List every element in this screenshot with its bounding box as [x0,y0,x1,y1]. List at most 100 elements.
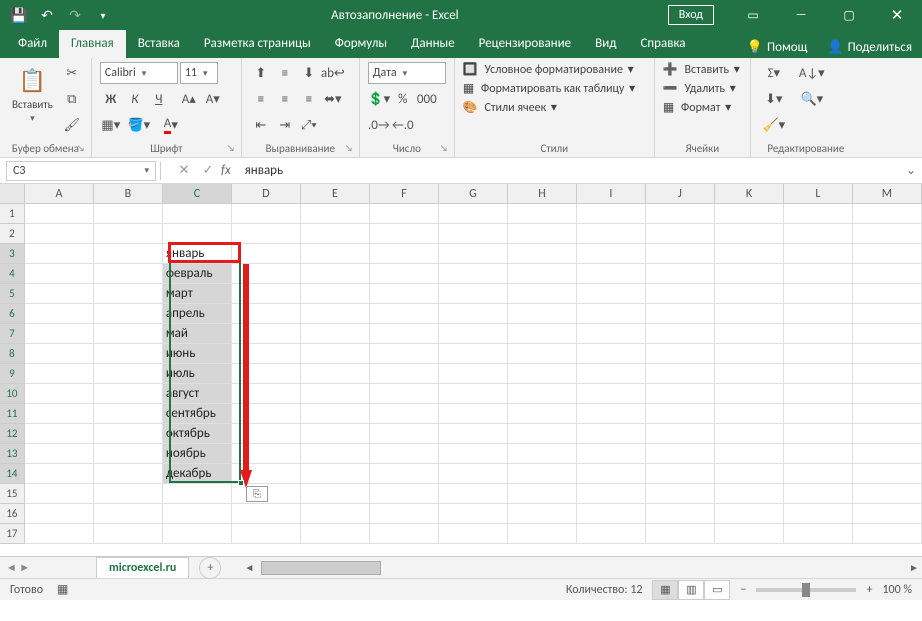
fx-icon[interactable]: fx [221,163,231,178]
cell[interactable] [784,284,853,304]
tab-file[interactable]: Файл [6,30,59,58]
normal-view-icon[interactable]: ▦ [652,580,678,600]
wrap-text-icon[interactable]: ab↩ [322,62,344,84]
cell[interactable] [577,364,646,384]
percent-icon[interactable]: % [392,88,414,110]
cell[interactable] [715,424,784,444]
merge-icon[interactable]: ⬌▾ [322,88,344,110]
cell[interactable] [370,484,439,504]
cell[interactable] [94,264,163,284]
cell[interactable] [715,484,784,504]
row-header[interactable]: 4 [0,264,25,284]
cell[interactable] [232,384,301,404]
sort-filter-icon[interactable]: A↓▾ [797,62,827,84]
cell[interactable] [301,204,370,224]
cell[interactable] [25,404,94,424]
column-header[interactable]: M [853,184,922,203]
name-box[interactable]: C3▾ [6,161,156,181]
cell[interactable] [370,244,439,264]
cell[interactable] [370,524,439,544]
cell[interactable] [232,204,301,224]
cell[interactable] [784,504,853,524]
column-header[interactable]: K [715,184,784,203]
cell[interactable] [370,404,439,424]
cell[interactable] [853,224,922,244]
cell[interactable] [25,504,94,524]
cell[interactable] [301,464,370,484]
align-center-icon[interactable]: ≡ [274,88,296,110]
cell[interactable] [715,304,784,324]
cell[interactable] [646,404,715,424]
cell[interactable] [370,444,439,464]
align-top-icon[interactable]: ⬆ [250,62,272,84]
cell[interactable] [301,504,370,524]
align-middle-icon[interactable]: ≡ [274,62,296,84]
redo-icon[interactable]: ↷ [62,2,88,28]
clear-icon[interactable]: 🧹▾ [759,114,789,136]
cell[interactable] [853,504,922,524]
cell[interactable] [508,284,577,304]
cell[interactable] [577,204,646,224]
cell[interactable] [508,224,577,244]
cell[interactable] [508,484,577,504]
qat-customize-icon[interactable]: ▾ [90,2,116,28]
expand-formula-bar-icon[interactable]: ⌄ [900,163,922,178]
cell[interactable] [508,364,577,384]
tell-me-button[interactable]: 💡Помощ [737,30,818,58]
cell[interactable] [715,404,784,424]
cell[interactable] [94,344,163,364]
cell[interactable] [301,344,370,364]
row-header[interactable]: 17 [0,524,25,544]
cell[interactable]: январь [163,244,232,264]
cell[interactable] [301,264,370,284]
cell[interactable]: июнь [163,344,232,364]
cancel-formula-icon[interactable]: ✕ [173,160,195,182]
cell[interactable]: июль [163,364,232,384]
cell[interactable] [163,204,232,224]
cell[interactable] [301,224,370,244]
column-header[interactable]: B [94,184,163,203]
cell[interactable] [301,244,370,264]
column-header[interactable]: G [439,184,508,203]
zoom-level[interactable]: 100 % [882,583,912,597]
cell[interactable] [784,364,853,384]
formula-input[interactable]: январь [239,161,900,180]
cell[interactable] [232,244,301,264]
cell[interactable] [439,424,508,444]
cell[interactable] [646,444,715,464]
cell[interactable] [646,304,715,324]
sign-in-button[interactable]: Вход [668,5,714,25]
cell[interactable] [508,404,577,424]
cell[interactable] [577,284,646,304]
cell[interactable] [94,204,163,224]
cell[interactable] [853,244,922,264]
cell[interactable] [715,284,784,304]
cell[interactable] [577,384,646,404]
cell[interactable] [232,404,301,424]
cell[interactable] [715,344,784,364]
cell[interactable] [853,384,922,404]
align-left-icon[interactable]: ≡ [250,88,272,110]
fill-color-icon[interactable]: 🪣▾ [124,114,154,136]
row-header[interactable]: 2 [0,224,25,244]
cell[interactable] [25,484,94,504]
paste-button[interactable]: 📋 Вставить ▾ [8,62,57,126]
row-header[interactable]: 1 [0,204,25,224]
cell[interactable] [94,404,163,424]
cell[interactable] [508,504,577,524]
cell[interactable] [646,344,715,364]
cell[interactable] [163,224,232,244]
cell[interactable] [232,444,301,464]
cell[interactable] [853,524,922,544]
cell[interactable] [301,284,370,304]
column-header[interactable]: F [370,184,439,203]
cell[interactable]: май [163,324,232,344]
italic-button[interactable]: К [124,88,146,110]
select-all-corner[interactable] [0,184,25,203]
cell-styles-button[interactable]: 🎨 Стили ячеек ▾ [463,100,557,115]
macro-record-icon[interactable]: ▦ [57,582,68,597]
column-header[interactable]: L [784,184,853,203]
format-cells-button[interactable]: ▦ Формат ▾ [663,100,731,115]
cell[interactable] [853,264,922,284]
tab-view[interactable]: Вид [583,30,628,58]
